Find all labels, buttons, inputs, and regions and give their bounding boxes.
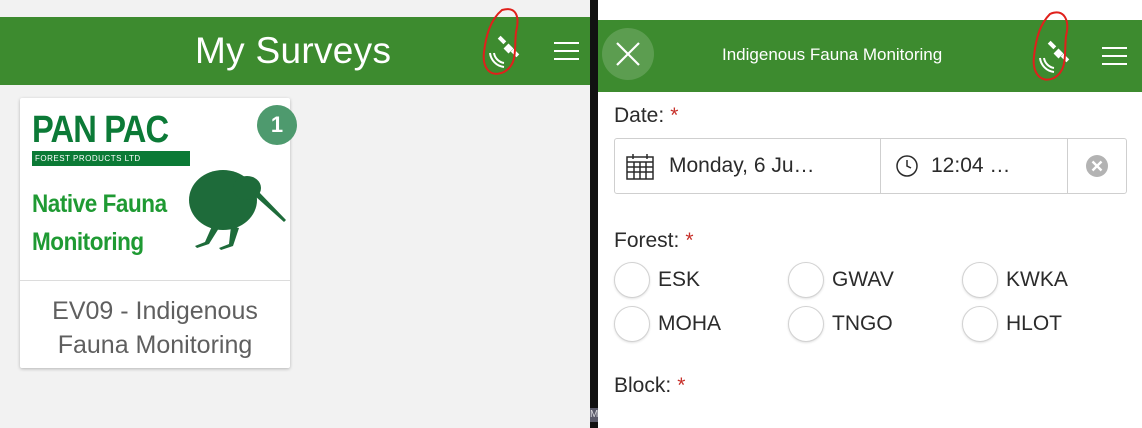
radio-button[interactable] [614, 306, 650, 342]
radio-button[interactable] [962, 306, 998, 342]
time-value: 12:04 … [931, 154, 1011, 177]
radio-label: ESK [658, 268, 701, 291]
kiwi-bird-icon [189, 170, 286, 250]
survey-count-badge: 1 [257, 105, 297, 145]
hamburger-menu-icon[interactable] [552, 36, 582, 66]
radio-label: GWAV [832, 268, 894, 291]
radio-label: HLOT [1006, 312, 1063, 335]
date-label-text: Date: [614, 104, 665, 127]
calendar-icon [626, 154, 654, 180]
required-marker: * [670, 104, 679, 127]
logo-subtitle: FOREST PRODUCTS LTD [32, 151, 190, 166]
survey-card[interactable]: PAN PAC FOREST PRODUCTS LTD Native Fauna… [20, 98, 290, 368]
page-title: My Surveys [195, 30, 392, 71]
annotation-circle [482, 8, 519, 75]
radio-label: MOHA [658, 312, 721, 335]
date-picker[interactable]: Monday, 6 Ju… [615, 139, 881, 193]
radio-button[interactable] [614, 262, 650, 298]
logo-line-1: Native Fauna [32, 190, 167, 218]
hamburger-menu-icon[interactable] [1100, 41, 1130, 71]
radio-button[interactable] [788, 262, 824, 298]
time-picker[interactable]: 12:04 … [881, 139, 1068, 193]
block-label-text: Block: [614, 374, 672, 397]
divider-marker: M [590, 408, 599, 422]
clear-circle-icon [1086, 155, 1108, 177]
required-marker: * [677, 374, 686, 397]
forest-label: Forest: * [614, 228, 694, 254]
survey-thumbnail: PAN PAC FOREST PRODUCTS LTD Native Fauna… [20, 98, 290, 281]
datetime-input: Monday, 6 Ju… 12:04 … [614, 138, 1127, 194]
annotation-circle [1032, 11, 1069, 81]
close-icon [616, 42, 640, 66]
clear-datetime-button[interactable] [1068, 139, 1126, 193]
logo-brand-text: PAN PAC [32, 109, 169, 151]
radio-label: KWKA [1006, 268, 1068, 291]
date-value: Monday, 6 Ju… [669, 154, 815, 177]
form-title: Indigenous Fauna Monitoring [722, 45, 943, 64]
forest-label-text: Forest: [614, 229, 680, 252]
close-button[interactable] [602, 28, 654, 80]
radio-label: TNGO [832, 312, 893, 335]
logo-line-2: Monitoring [32, 228, 144, 256]
required-marker: * [685, 229, 694, 252]
radio-button[interactable] [962, 262, 998, 298]
block-label: Block: * [614, 373, 685, 399]
radio-button[interactable] [788, 306, 824, 342]
clock-icon [896, 155, 918, 177]
date-label: Date: * [614, 103, 678, 129]
survey-title: EV09 - Indigenous Fauna Monitoring [52, 297, 258, 359]
panel-divider [590, 0, 598, 428]
